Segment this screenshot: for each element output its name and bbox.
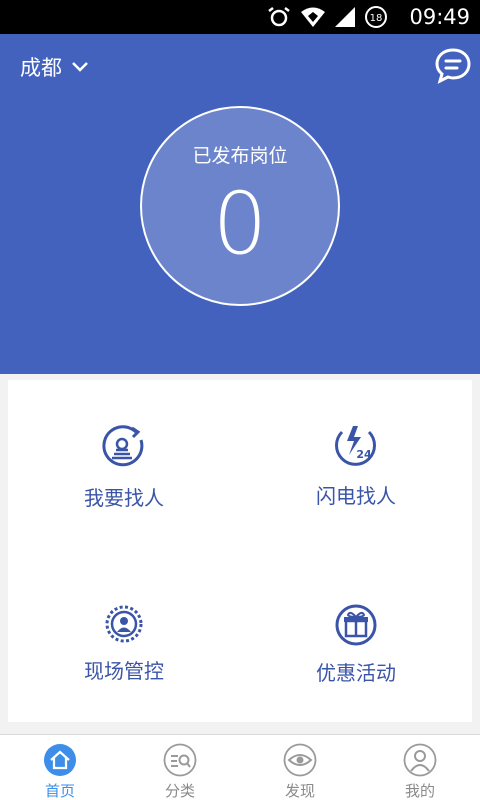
gift-icon <box>335 604 377 646</box>
tab-category-label: 分类 <box>164 782 195 800</box>
tab-profile-label: 我的 <box>404 782 435 800</box>
onsite-control-label: 现场管控 <box>84 659 164 683</box>
tab-discover[interactable]: 发现 <box>240 735 360 800</box>
lightning-24-icon: 24 <box>335 426 376 466</box>
lightning-find-button[interactable]: 24 闪电找人 <box>240 380 472 551</box>
city-label: 成都 <box>20 56 62 80</box>
tab-discover-label: 发现 <box>284 782 315 800</box>
tab-profile[interactable]: 我的 <box>360 735 480 800</box>
message-icon[interactable] <box>434 47 472 85</box>
battery-level: 18 <box>370 13 383 24</box>
posted-jobs-label: 已发布岗位 <box>192 145 288 167</box>
lightning-find-label: 闪电找人 <box>316 484 396 508</box>
svg-text:24: 24 <box>356 448 372 461</box>
status-icons: 18 <box>266 5 388 29</box>
wifi-icon <box>301 7 325 27</box>
find-person-label: 我要找人 <box>84 486 164 510</box>
onsite-control-button[interactable]: 现场管控 <box>8 551 240 722</box>
alarm-icon <box>268 7 290 27</box>
promotions-label: 优惠活动 <box>316 661 396 685</box>
battery-icon: 18 <box>365 6 387 28</box>
city-selector[interactable]: 成都 <box>20 52 88 82</box>
find-person-icon <box>102 425 144 467</box>
home-icon <box>44 744 76 776</box>
user-icon <box>403 743 437 777</box>
posted-jobs-circle[interactable]: 已发布岗位 0 <box>140 106 340 306</box>
signal-icon <box>335 7 355 27</box>
feature-grid: 我要找人 24 闪电找人 现场管控 优惠活动 <box>8 380 472 722</box>
category-icon <box>163 743 197 777</box>
status-time: 09:49 <box>409 5 470 29</box>
eye-icon <box>283 743 317 777</box>
find-person-button[interactable]: 我要找人 <box>8 380 240 551</box>
header: 成都 已发布岗位 0 <box>0 34 480 374</box>
tab-category[interactable]: 分类 <box>120 735 240 800</box>
chevron-down-icon <box>72 62 88 72</box>
bottom-tab-bar: 首页 分类 发现 我的 <box>0 734 480 800</box>
posted-jobs-count: 0 <box>212 174 268 274</box>
tab-home[interactable]: 首页 <box>0 735 120 800</box>
promotions-button[interactable]: 优惠活动 <box>240 551 472 722</box>
status-bar: 18 09:49 <box>0 0 480 34</box>
onsite-control-icon <box>105 605 143 643</box>
tab-home-label: 首页 <box>44 782 75 800</box>
